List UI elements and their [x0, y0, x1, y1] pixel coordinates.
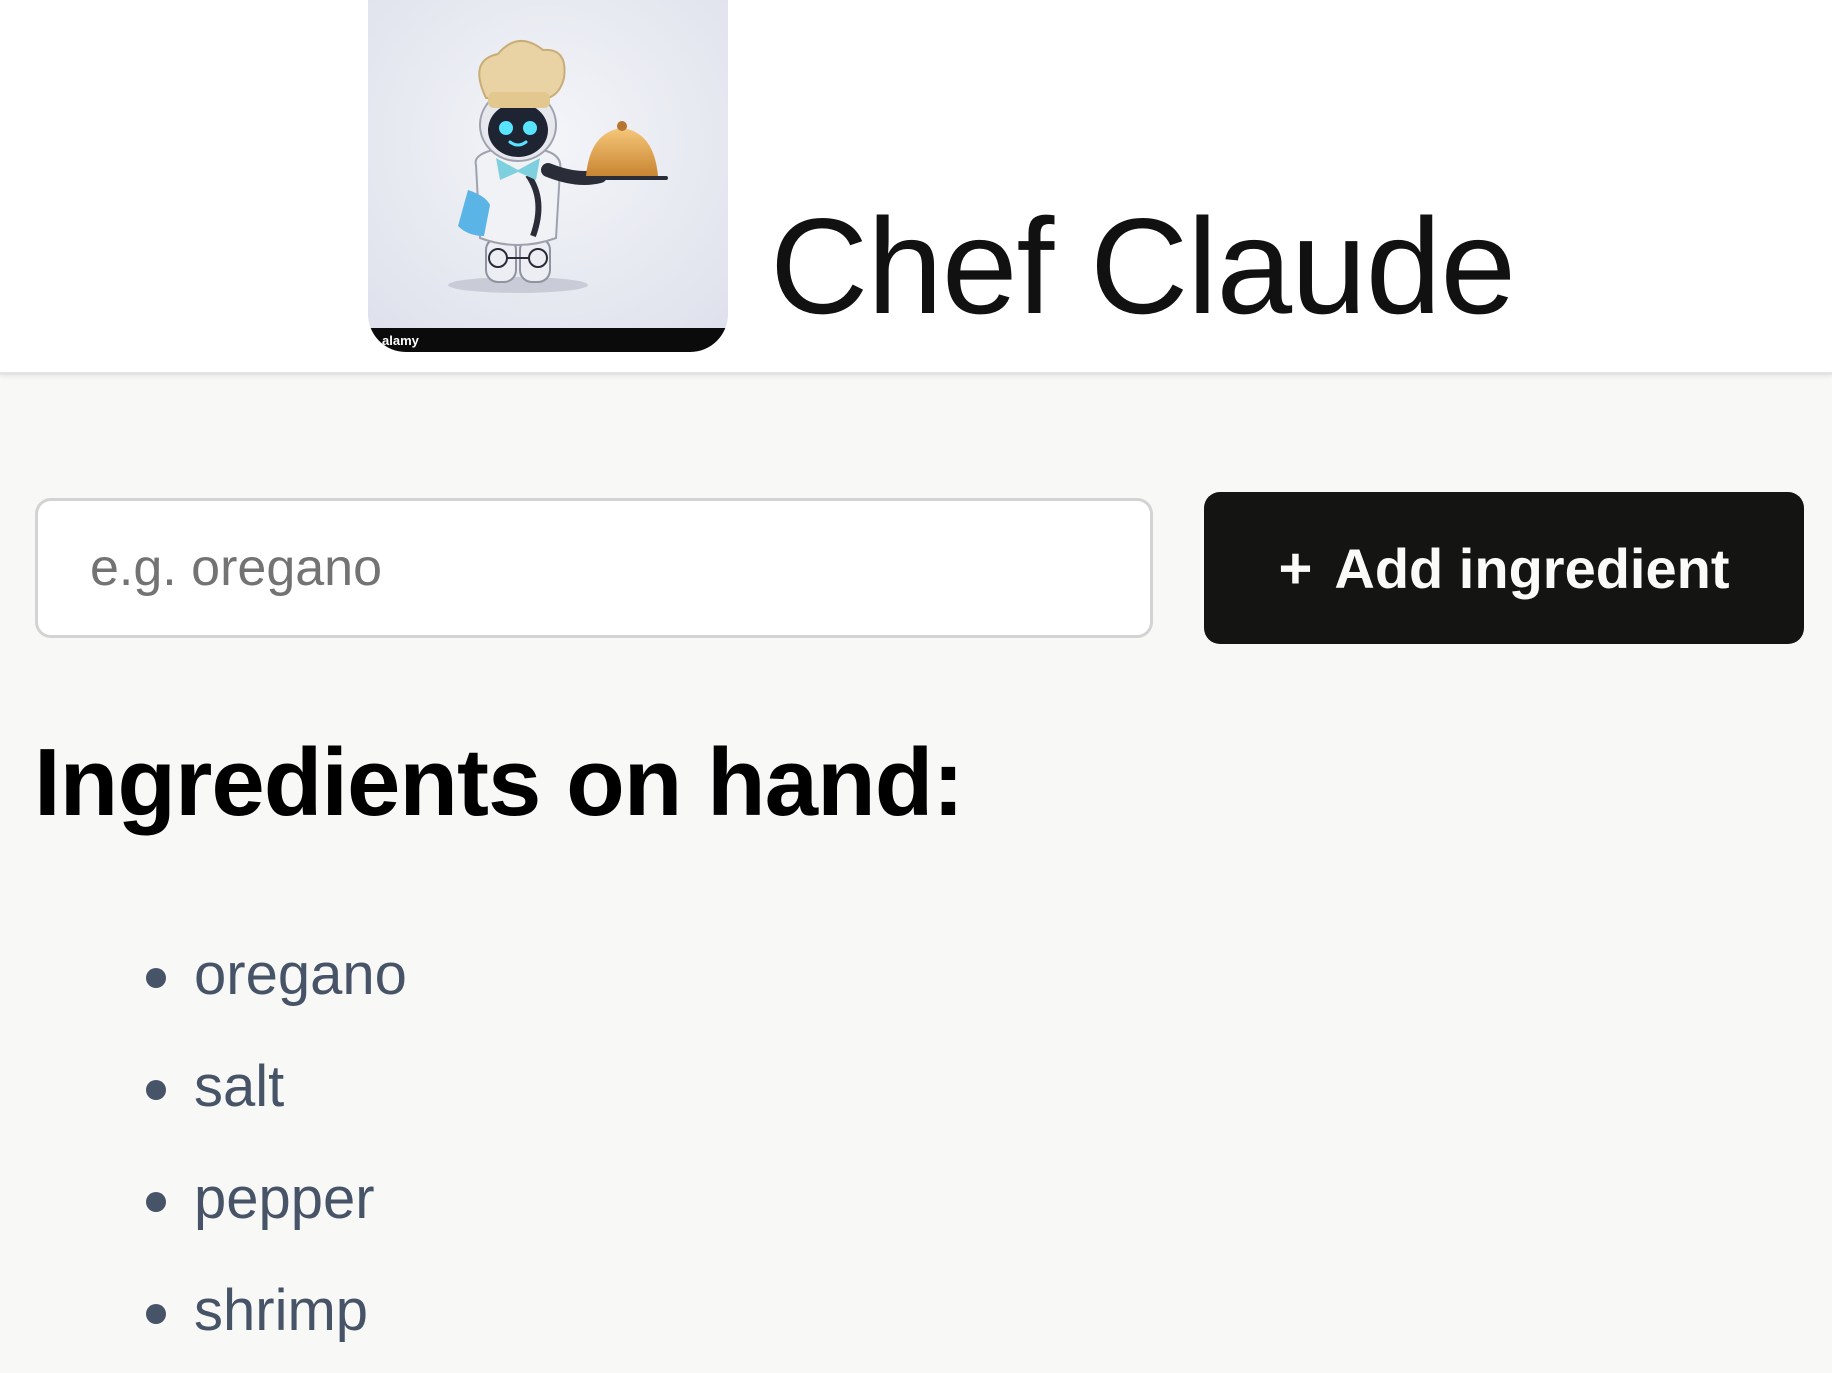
list-item: shrimp — [0, 1261, 407, 1373]
ingredients-heading: Ingredients on hand: — [34, 729, 964, 836]
list-item: salt — [0, 1037, 407, 1149]
list-item: pepper — [0, 1149, 407, 1261]
chef-claude-logo: alamy — [368, 0, 728, 352]
ingredient-name: shrimp — [194, 1278, 369, 1343]
app-title: Chef Claude — [770, 190, 1516, 343]
list-item: oregano — [0, 925, 407, 1037]
add-ingredient-button[interactable]: + Add ingredient — [1204, 492, 1804, 644]
ingredient-name: salt — [194, 1054, 285, 1119]
ingredient-name: oregano — [194, 942, 407, 1007]
svg-text:alamy: alamy — [382, 333, 420, 348]
ingredient-list: oregano salt pepper shrimp — [0, 925, 407, 1373]
bullet-icon — [146, 1304, 166, 1324]
plus-icon: + — [1278, 535, 1313, 601]
bullet-icon — [146, 968, 166, 988]
bullet-icon — [146, 1192, 166, 1212]
bullet-icon — [146, 1080, 166, 1100]
ingredient-input[interactable] — [35, 498, 1153, 638]
add-ingredient-label: Add ingredient — [1334, 536, 1730, 600]
app-header: alamy Chef Claude — [0, 0, 1832, 375]
robot-chef-icon: alamy — [368, 0, 728, 352]
ingredient-name: pepper — [194, 1166, 375, 1231]
